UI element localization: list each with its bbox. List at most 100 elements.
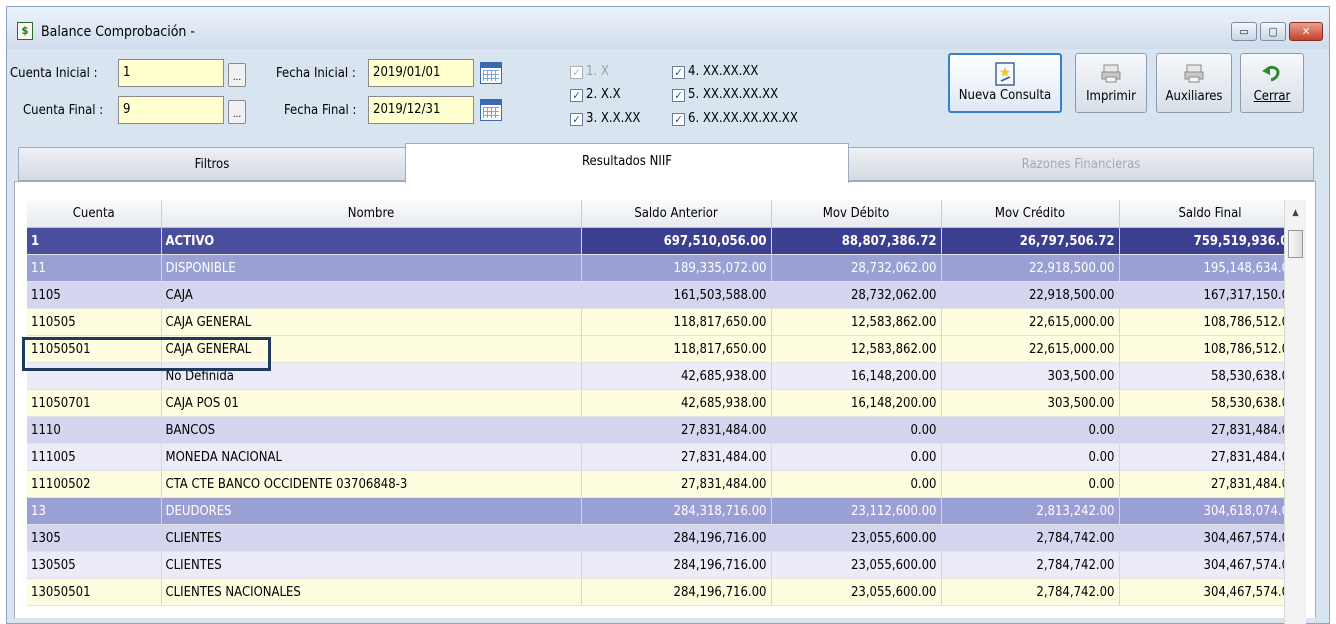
cell-saldo-final: 108,786,512.00 — [1119, 335, 1302, 363]
cell-saldo-anterior: 284,196,716.00 — [581, 524, 772, 552]
cuenta-inicial-input[interactable]: 1 — [118, 59, 224, 87]
printer-icon — [1101, 64, 1121, 83]
calendar-icon[interactable] — [480, 62, 502, 84]
check-icon: ✓ — [570, 66, 583, 79]
level-1-checkbox[interactable]: ✓ 1. X — [570, 64, 609, 79]
table-row[interactable]: 110505 CAJA GENERAL 118,817,650.00 12,583,8… — [27, 308, 1302, 336]
tab-resultados-niif[interactable]: Resultados NIIF — [405, 143, 849, 183]
cell-saldo-final: 27,831,484.00 — [1119, 416, 1302, 444]
cell-mov-credito: 0.00 — [941, 416, 1120, 444]
check-icon: ✓ — [672, 89, 685, 102]
cell-saldo-final: 304,618,074.00 — [1119, 497, 1302, 525]
calendar-icon[interactable] — [480, 99, 502, 121]
column-header-nombre[interactable]: Nombre — [161, 200, 582, 228]
table-row[interactable]: 1 ACTIVO 697,510,056.00 88,807,386.72 26,797… — [27, 227, 1302, 255]
maximize-button[interactable]: ▢ — [1260, 22, 1286, 41]
level-3-checkbox[interactable]: ✓ 3. X.X.XX — [570, 111, 640, 126]
cell-mov-credito: 0.00 — [941, 470, 1120, 498]
vertical-scrollbar[interactable]: ▲ — [1284, 200, 1306, 624]
column-header-cuenta[interactable]: Cuenta — [27, 200, 162, 228]
cell-mov-credito: 2,813,242.00 — [941, 497, 1120, 525]
check-icon: ✓ — [672, 113, 685, 126]
cell-mov-debito: 88,807,386.72 — [771, 227, 942, 255]
cerrar-button[interactable]: Cerrar — [1240, 53, 1304, 113]
cell-mov-debito: 12,583,862.00 — [771, 308, 942, 336]
cell-nombre: CAJA GENERAL — [161, 308, 582, 336]
column-header-saldo-anterior[interactable]: Saldo Anterior — [581, 200, 772, 228]
cuenta-final-lookup-button[interactable]: ... — [228, 100, 246, 124]
cuenta-inicial-lookup-button[interactable]: ... — [228, 63, 246, 87]
cell-saldo-final: 304,467,574.00 — [1119, 551, 1302, 579]
level-5-checkbox[interactable]: ✓ 5. XX.XX.XX.XX — [672, 87, 778, 102]
scroll-thumb[interactable] — [1288, 230, 1303, 258]
cell-nombre: CAJA — [161, 281, 582, 309]
imprimir-button[interactable]: Imprimir — [1075, 53, 1147, 113]
tab-filtros[interactable]: Filtros — [18, 147, 406, 181]
table-row[interactable]: 11100502 CTA CTE BANCO OCCIDENTE 03706848… — [27, 470, 1302, 498]
cell-cuenta: 111005 — [27, 443, 162, 471]
table-row[interactable]: 130505 CLIENTES 284,196,716.00 23,055,600.0… — [27, 551, 1302, 579]
fecha-inicial-input[interactable]: 2019/01/01 — [368, 59, 474, 87]
tab-razones-financieras[interactable]: Razones Financieras — [848, 147, 1314, 181]
level-4-checkbox[interactable]: ✓ 4. XX.XX.XX — [672, 64, 758, 79]
level-label: 1. X — [586, 64, 609, 79]
table-row[interactable]: 1110 BANCOS 27,831,484.00 0.00 0.00 27,831,48… — [27, 416, 1302, 444]
cell-mov-debito: 28,732,062.00 — [771, 254, 942, 282]
nueva-consulta-label: Nueva Consulta — [958, 88, 1052, 103]
level-label: 4. XX.XX.XX — [688, 64, 759, 79]
level-label: 3. X.X.XX — [586, 111, 641, 126]
fecha-final-input[interactable]: 2019/12/31 — [368, 96, 474, 124]
cell-saldo-anterior: 27,831,484.00 — [581, 443, 772, 471]
close-button[interactable]: ✕ — [1289, 22, 1323, 41]
cell-mov-credito: 2,784,742.00 — [941, 524, 1120, 552]
table-row[interactable]: 1105 CAJA 161,503,588.00 28,732,062.00 22,91… — [27, 281, 1302, 309]
cell-saldo-final: 58,530,638.00 — [1119, 389, 1302, 417]
cell-mov-debito: 0.00 — [771, 470, 942, 498]
nueva-consulta-button[interactable]: Nueva Consulta — [948, 53, 1062, 113]
cell-mov-debito: 16,148,200.00 — [771, 389, 942, 417]
table-row[interactable]: 111005 MONEDA NACIONAL 27,831,484.00 0.00 0.… — [27, 443, 1302, 471]
results-table: Cuenta Nombre Saldo Anterior Mov Débito … — [27, 200, 1302, 606]
cell-saldo-final: 304,467,574.00 — [1119, 524, 1302, 552]
cell-saldo-anterior: 284,318,716.00 — [581, 497, 772, 525]
level-2-checkbox[interactable]: ✓ 2. X.X — [570, 87, 621, 102]
cell-nombre: BANCOS — [161, 416, 582, 444]
check-icon: ✓ — [570, 113, 583, 126]
cell-mov-credito: 0.00 — [941, 443, 1120, 471]
cell-nombre: ACTIVO — [161, 227, 582, 255]
column-header-mov-debito[interactable]: Mov Débito — [771, 200, 942, 228]
cell-saldo-final: 27,831,484.00 — [1119, 443, 1302, 471]
table-row[interactable]: 13050501 CLIENTES NACIONALES 284,196,716.0… — [27, 578, 1302, 606]
level-6-checkbox[interactable]: ✓ 6. XX.XX.XX.XX.XX — [672, 111, 798, 126]
table-row[interactable]: 13 DEUDORES 284,318,716.00 23,112,600.00 2,8… — [27, 497, 1302, 525]
cell-mov-debito: 12,583,862.00 — [771, 335, 942, 363]
fecha-final-label: Fecha Final : — [284, 103, 357, 118]
cell-saldo-final: 167,317,150.00 — [1119, 281, 1302, 309]
column-header-mov-credito[interactable]: Mov Crédito — [941, 200, 1120, 228]
check-icon: ✓ — [570, 89, 583, 102]
cell-saldo-anterior: 27,831,484.00 — [581, 470, 772, 498]
table-row[interactable]: 11050701 CAJA POS 01 42,685,938.00 16,148,2… — [27, 389, 1302, 417]
cell-saldo-anterior: 42,685,938.00 — [581, 389, 772, 417]
table-row[interactable]: 1305 CLIENTES 284,196,716.00 23,055,600.00 2… — [27, 524, 1302, 552]
scroll-up-icon[interactable]: ▲ — [1285, 200, 1306, 227]
results-grid[interactable]: Cuenta Nombre Saldo Anterior Mov Débito … — [27, 200, 1309, 624]
minimize-button[interactable]: ▭ — [1231, 22, 1257, 41]
cell-saldo-anterior: 697,510,056.00 — [581, 227, 772, 255]
cell-saldo-anterior: 189,335,072.00 — [581, 254, 772, 282]
cerrar-label: Cerrar — [1253, 89, 1291, 104]
cell-cuenta: 13 — [27, 497, 162, 525]
title-bar: $ Balance Comprobación - ▭ ▢ ✕ — [7, 7, 1329, 49]
cell-saldo-final: 108,786,512.00 — [1119, 308, 1302, 336]
cell-saldo-anterior: 161,503,588.00 — [581, 281, 772, 309]
cell-mov-credito: 22,918,500.00 — [941, 254, 1120, 282]
cell-cuenta: 1105 — [27, 281, 162, 309]
table-row[interactable]: 11 DISPONIBLE 189,335,072.00 28,732,062.00 2… — [27, 254, 1302, 282]
cell-saldo-anterior: 118,817,650.00 — [581, 308, 772, 336]
cuenta-final-input[interactable]: 9 — [118, 96, 224, 124]
level-label: 6. XX.XX.XX.XX.XX — [688, 111, 798, 126]
column-header-saldo-final[interactable]: Saldo Final — [1119, 200, 1302, 228]
auxiliares-button[interactable]: Auxiliares — [1156, 53, 1232, 113]
cell-saldo-final: 195,148,634.00 — [1119, 254, 1302, 282]
cell-mov-credito: 303,500.00 — [941, 362, 1120, 390]
